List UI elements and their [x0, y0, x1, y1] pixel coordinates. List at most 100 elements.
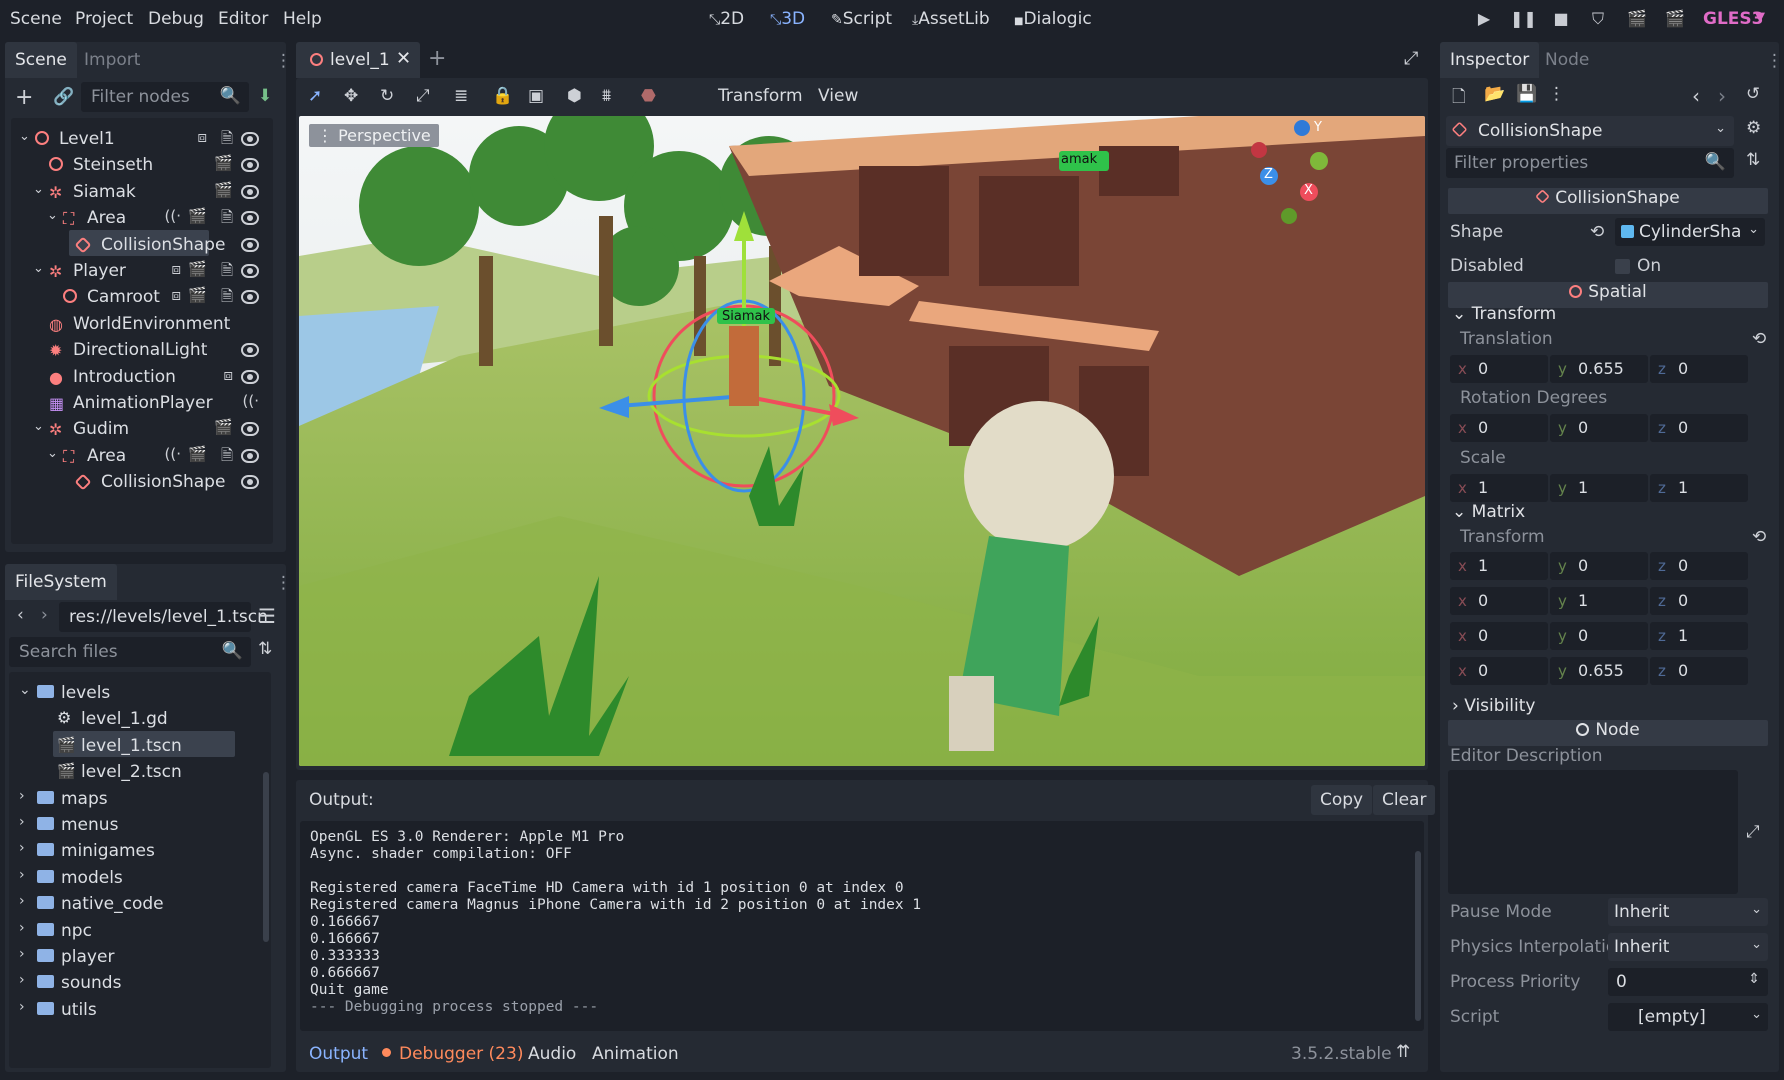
select-tool-icon[interactable]: ➚ — [308, 86, 322, 106]
history-forward-icon[interactable]: › — [1718, 84, 1726, 108]
scrollbar[interactable] — [263, 772, 269, 942]
chevron-down-icon[interactable]: ⌄ — [47, 446, 58, 461]
tab-output[interactable]: Output — [309, 1044, 368, 1064]
camera-override-icon[interactable]: ⬣ — [641, 86, 656, 106]
expand-panel-icon[interactable]: ⇈ — [1396, 1042, 1410, 1062]
group-icon[interactable]: ▣ — [528, 86, 544, 106]
scale-z-field[interactable]: z1 — [1650, 474, 1748, 502]
signal-icon[interactable]: ((· — [243, 392, 259, 410]
remote-debug-icon[interactable]: ⛉ — [1587, 9, 1609, 31]
move-tool-icon[interactable]: ✥ — [344, 86, 358, 106]
matrix-row3-y-field[interactable]: y 0.655 — [1550, 657, 1648, 685]
script-icon[interactable]: 🗎 — [221, 286, 233, 311]
tab-import[interactable]: Import — [74, 42, 150, 78]
workspace-assetlib[interactable]: ⤓AssetLib — [912, 9, 990, 29]
scale-y-field[interactable]: y1 — [1550, 474, 1648, 502]
chevron-right-icon[interactable]: › — [19, 840, 25, 856]
filter-properties-input[interactable]: Filter properties 🔍 — [1446, 148, 1734, 178]
rotate-tool-icon[interactable]: ↻ — [380, 86, 394, 106]
matrix-row3-z-field[interactable]: z0 — [1650, 657, 1748, 685]
new-scene-tab-icon[interactable]: + — [428, 46, 446, 71]
dock-menu-icon[interactable]: ⋮ — [275, 51, 292, 71]
open-scene-icon[interactable]: 🎬 — [188, 445, 207, 463]
visibility-eye-icon[interactable] — [241, 448, 259, 463]
scene-tab-level1[interactable]: level_1 ✕ — [296, 42, 420, 78]
matrix-row1-z-field[interactable]: z0 — [1650, 587, 1748, 615]
play-icon[interactable]: ▶ — [1473, 9, 1495, 31]
revert-icon[interactable]: ⟲ — [1752, 329, 1766, 349]
visibility-eye-icon[interactable] — [241, 343, 259, 358]
workspace-script[interactable]: ✎Script — [831, 9, 892, 29]
object-properties-icon[interactable]: ⚙ — [1746, 118, 1761, 138]
chevron-right-icon[interactable]: › — [19, 788, 25, 804]
chevron-down-icon[interactable]: ⌄ — [19, 129, 30, 144]
history-icon[interactable]: ↺ — [1746, 84, 1760, 104]
scrollbar[interactable] — [1415, 851, 1421, 1021]
workspace-dialogic[interactable]: ■Dialogic — [1014, 9, 1092, 29]
visibility-eye-icon[interactable] — [241, 475, 259, 490]
dock-menu-icon[interactable]: ⋮ — [275, 573, 292, 593]
chevron-right-icon[interactable]: › — [19, 972, 25, 988]
chevron-down-icon[interactable]: ⌄ — [33, 261, 44, 276]
revert-icon[interactable]: ⟲ — [1590, 222, 1604, 242]
chevron-right-icon[interactable]: › — [19, 999, 25, 1015]
distraction-free-icon[interactable]: ⤢ — [1404, 48, 1418, 69]
matrix-section[interactable]: ⌄ Matrix — [1452, 502, 1525, 522]
scale-tool-icon[interactable]: ⤢ — [416, 86, 430, 106]
open-scene-icon[interactable]: 🎬 — [214, 154, 233, 172]
matrix-row0-z-field[interactable]: z0 — [1650, 552, 1748, 580]
menu-project[interactable]: Project — [75, 9, 133, 29]
copy-button[interactable]: Copy — [1311, 785, 1373, 815]
open-folder-icon[interactable]: 📂 — [1484, 84, 1505, 104]
more-icon[interactable]: ⋮ — [1548, 84, 1565, 104]
spinner-icon[interactable]: ⇕ — [1748, 971, 1760, 987]
snap-icon[interactable]: ⩩ — [602, 86, 611, 106]
matrix-row2-y-field[interactable]: y0 — [1550, 622, 1648, 650]
transform-menu[interactable]: Transform — [718, 86, 803, 106]
open-scene-icon[interactable]: 🎬 — [214, 418, 233, 436]
gizmo-x-label[interactable]: X — [1304, 183, 1313, 198]
visibility-eye-icon[interactable] — [241, 184, 259, 199]
path-field[interactable]: res://levels/level_1.tscn — [59, 602, 268, 632]
play-scene-icon[interactable]: 🎬 — [1626, 9, 1648, 31]
perspective-menu[interactable]: ⋮ Perspective — [309, 124, 439, 147]
local-space-icon[interactable]: ⬢ — [567, 86, 582, 106]
tab-inspector[interactable]: Inspector — [1440, 42, 1540, 78]
translation-y-field[interactable]: y 0.655 — [1550, 355, 1648, 383]
menu-debug[interactable]: Debug — [148, 9, 204, 29]
link-icon[interactable]: 🔗 — [53, 87, 74, 107]
expand-icon[interactable]: ⤢ — [1746, 822, 1760, 842]
close-icon[interactable]: ✕ — [396, 48, 411, 69]
visibility-eye-icon[interactable] — [241, 290, 259, 305]
script-icon[interactable]: 🗎 — [221, 207, 233, 232]
stop-icon[interactable]: ■ — [1550, 9, 1572, 31]
menu-scene[interactable]: Scene — [10, 9, 62, 29]
search-files-input[interactable]: Search files 🔍 — [9, 637, 251, 667]
history-back-icon[interactable]: ‹ — [1692, 84, 1700, 108]
tab-debugger[interactable]: Debugger (23) — [399, 1044, 523, 1064]
tab-animation[interactable]: Animation — [592, 1044, 679, 1064]
lock-icon[interactable]: 🔒 — [492, 86, 513, 106]
matrix-row1-y-field[interactable]: y1 — [1550, 587, 1648, 615]
visibility-eye-icon[interactable] — [241, 422, 259, 437]
disabled-checkbox[interactable] — [1615, 259, 1630, 274]
new-resource-icon[interactable]: 🗋 — [1452, 84, 1466, 113]
script-picker[interactable]: [empty] ⌄ — [1608, 1003, 1768, 1031]
visibility-eye-icon[interactable] — [241, 264, 259, 278]
rotation-z-field[interactable]: z0 — [1650, 414, 1748, 442]
instance-icon[interactable]: ⧈ — [223, 366, 233, 384]
rotation-x-field[interactable]: x0 — [1450, 414, 1548, 442]
editor-description-textarea[interactable] — [1448, 770, 1738, 894]
filter-nodes-input[interactable]: Filter nodes 🔍 — [81, 82, 249, 112]
instance-scene-icon[interactable]: ⬇ — [258, 86, 272, 106]
object-selector[interactable]: CollisionShape ⌄ — [1446, 116, 1734, 146]
translation-x-field[interactable]: x0 — [1450, 355, 1548, 383]
visibility-eye-icon[interactable] — [241, 158, 259, 173]
rotation-y-field[interactable]: y0 — [1550, 414, 1648, 442]
matrix-row2-z-field[interactable]: z1 — [1650, 622, 1748, 650]
tab-node[interactable]: Node — [1535, 42, 1599, 78]
visibility-eye-icon[interactable] — [241, 369, 259, 384]
chevron-right-icon[interactable]: › — [19, 946, 25, 962]
matrix-row0-x-field[interactable]: x1 — [1450, 552, 1548, 580]
chevron-down-icon[interactable]: ⌄ — [47, 208, 58, 223]
